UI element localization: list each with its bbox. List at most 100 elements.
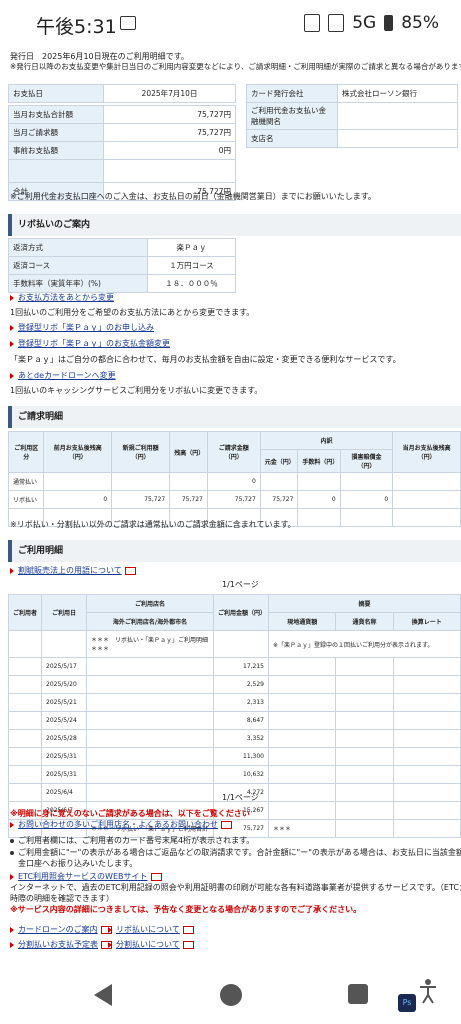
- billing-header-row: ご利用区分 前月お支払後残高（円） 新規ご利用額（円） 残高（円） ご請求金額（…: [7, 431, 461, 473]
- screen-rotate-icon: [304, 14, 321, 32]
- photoshop-app-icon[interactable]: Ps: [398, 994, 416, 1012]
- table-row: 2025/5/20 2,529: [8, 675, 461, 694]
- arrow-icon: [10, 567, 14, 574]
- table-row: 手数料率（実質年率）(%) １８．０００％: [8, 274, 236, 293]
- billing-cell: 75,727: [206, 490, 261, 509]
- mark: ＊＊＊: [91, 646, 110, 653]
- usage-date: 2025/6/4: [41, 783, 87, 802]
- col-header: 摘要: [268, 594, 461, 613]
- billing-cell: 75,727: [169, 490, 208, 509]
- pay-date-label: お支払日: [8, 84, 104, 103]
- revo-about-link[interactable]: リボ払いについて: [108, 925, 194, 935]
- usage-date: 2025/5/20: [41, 675, 87, 694]
- col-header: 新規ご利用額（円）: [111, 431, 171, 473]
- installment-about-link[interactable]: 分割払いについて: [108, 940, 194, 950]
- terms-link[interactable]: 割賦販売法上の用語について: [10, 566, 136, 576]
- usage-amount: 10,632: [213, 765, 269, 784]
- table-row: ご利用代金お支払い金融機関名: [246, 102, 458, 130]
- vibrate-icon: [328, 14, 345, 32]
- revo-value: 楽Ｐａｙ: [147, 238, 236, 257]
- summary-label: 当月ご請求額: [8, 123, 104, 142]
- usage-date: 2025/5/31: [41, 765, 87, 784]
- page-indicator-bottom: 1/1ページ: [222, 793, 259, 802]
- usage-date: 2025/5/31: [41, 747, 87, 766]
- change-payment-text: 1回払いのご利用分をご希望のお支払方法にあとから変更できます。: [10, 308, 255, 317]
- usage-header-row: ご利用者 ご利用日 ご利用店名 ご利用金額（円） 摘要: [8, 594, 461, 631]
- usage-date: 2025/5/21: [41, 693, 87, 712]
- back-icon[interactable]: [94, 984, 112, 1006]
- col-header: 残高（円）: [169, 431, 208, 473]
- note-text: ご利用金額に"ー"の表示がある場合はご返品などの取消請求です。合計金額に"ー"の…: [18, 848, 461, 857]
- arrow-icon: [10, 372, 14, 379]
- rakupay-text: 「楽Ｐａｙ」はご自分の都合に合わせて、毎月のお支払金額を自由に設定・変更できる便…: [10, 355, 401, 364]
- mark: ＊＊＊: [267, 819, 337, 838]
- rakupay-apply-link[interactable]: 登録型リボ「楽Ｐａｙ」のお申し込み: [10, 323, 154, 333]
- billing-section-heading: ご請求明細: [8, 406, 461, 428]
- usage-amount: 17,215: [213, 657, 269, 676]
- faq-link[interactable]: お問い合わせの多いご利用店名・よくあるお問い合わせ: [10, 820, 232, 830]
- arrow-icon: [10, 926, 14, 933]
- external-link-icon: [221, 820, 232, 829]
- arrow-icon: [10, 324, 14, 331]
- home-icon[interactable]: [220, 984, 242, 1006]
- col-header: 前月お支払後残高（円）: [43, 431, 113, 473]
- external-link-icon: [182, 925, 194, 934]
- etc-text: インターネットで、過去のETC利用記録の照会や利用証明書の印刷が可能な各有料道路…: [10, 883, 461, 892]
- etc-text-cont: 時際の明細を確認できます）: [10, 894, 114, 903]
- bank-label: 支店名: [246, 129, 338, 148]
- table-row: 事前お支払額 0円: [8, 141, 236, 160]
- billing-cell: 0: [297, 490, 341, 509]
- bank-label: カード発行会社: [246, 84, 338, 103]
- status-bar: 午後5:31 5G 85%: [0, 0, 461, 48]
- payment-summary-table: お支払日 2025年7月10日 当月お支払合計額 75,727円 当月ご請求額 …: [8, 84, 236, 201]
- col-header: ご利用店名: [86, 594, 214, 613]
- installment-schedule-link[interactable]: 分割払いお支払予定表: [10, 940, 112, 950]
- billing-table: ご利用区分 前月お支払後残高（円） 新規ご利用額（円） 残高（円） ご請求金額（…: [7, 431, 461, 527]
- service-change-warning: ※サービス内容の詳細につきましては、予告なく変更となる場合がありますのでご了承く…: [10, 905, 362, 914]
- card-loan-link[interactable]: あとdeカードローンへ変更: [10, 371, 116, 381]
- usage-amount: 11,300: [213, 747, 269, 766]
- billing-cell: [43, 472, 113, 491]
- bank-info-table: カード発行会社 株式会社ローソン銀行 ご利用代金お支払い金融機関名 支店名: [246, 84, 458, 148]
- external-link-icon: [150, 872, 162, 881]
- col-header: 海外ご利用店名/海外都市名: [86, 612, 214, 631]
- arrow-icon: [108, 926, 112, 933]
- mail-notification-icon: [120, 16, 136, 30]
- change-payment-link[interactable]: お支払方法をあとから変更: [10, 293, 114, 303]
- arrow-icon: [10, 821, 14, 828]
- table-row: お支払日 2025年7月10日: [8, 84, 236, 103]
- col-header: 通貨名称: [335, 612, 394, 631]
- rakupay-change-link[interactable]: 登録型リボ「楽Ｐａｙ」のお支払金額変更: [10, 339, 170, 349]
- summary-value: 75,727円: [103, 123, 236, 142]
- issue-date-text: 発行日 2025年6月10日現在のご利用明細です。: [10, 52, 189, 61]
- note-text-cont: 金口座へお振り込みいたします。: [18, 859, 138, 868]
- usage-date: 2025/5/17: [41, 657, 87, 676]
- network-label: 5G: [352, 13, 377, 33]
- table-row: 2025/5/28 3,352: [8, 729, 461, 748]
- billing-cell: [169, 472, 208, 491]
- card-loan-guide-link[interactable]: カードローンのご案内: [10, 925, 112, 935]
- col-header: 手数料（円）: [297, 449, 341, 473]
- mark: ＊＊＊: [91, 637, 110, 644]
- recent-apps-icon[interactable]: [348, 984, 368, 1004]
- usage-amount: 8,647: [213, 711, 269, 730]
- col-header: 現地通貨額: [267, 612, 337, 631]
- col-header: 損害賠償金（円）: [339, 449, 394, 473]
- table-row: 2025/5/31 10,632: [8, 765, 461, 784]
- accessibility-icon[interactable]: [418, 978, 438, 1004]
- revo-summary: ※「楽Ｐａｙ」登録中の１回払いご利用分が表示されます。: [268, 630, 461, 658]
- table-row: 2025/5/17 17,215: [8, 657, 461, 676]
- battery-label: 85%: [401, 13, 439, 33]
- summary-label: 事前お支払額: [8, 141, 104, 160]
- billing-note: ※リボ払い・分割払い以外のご請求は通常払いのご請求金額に含まれています。: [10, 520, 296, 529]
- revo-store: リボ払い・「楽Ｐａｙ」ご利用明細: [115, 637, 209, 644]
- billing-cell: 75,727: [111, 490, 171, 509]
- statement-page[interactable]: 発行日 2025年6月10日現在のご利用明細です。 ※発行日以降のお支払変更や集…: [0, 46, 461, 966]
- col-header: ご利用区分: [7, 431, 45, 473]
- arrow-icon: [108, 941, 112, 948]
- note-text: ご利用者欄には、ご利用者のカード番号末尾4桁が表示されます。: [18, 836, 255, 845]
- table-row: 通常払い 0: [7, 472, 461, 491]
- bank-value: 株式会社ローソン銀行: [337, 84, 458, 103]
- etc-link[interactable]: ETC利用照会サービスのWEBサイト: [10, 872, 162, 882]
- table-row: 支店名: [246, 129, 458, 148]
